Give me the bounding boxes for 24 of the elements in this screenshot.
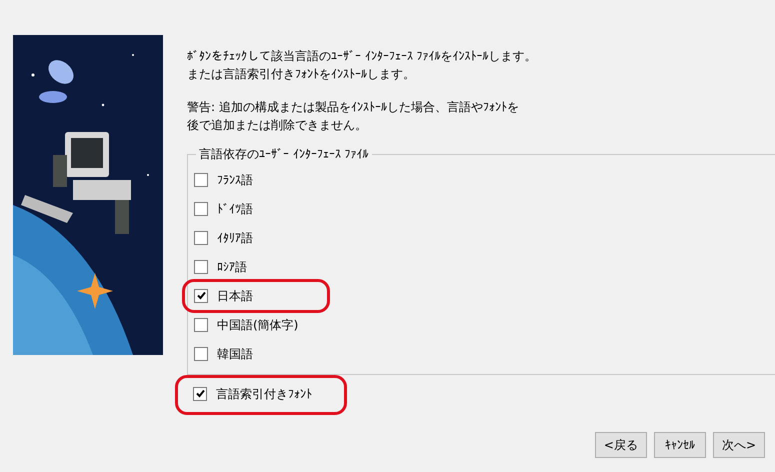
warning-text: 後で追加または削除できません。 [187, 117, 368, 134]
checkbox[interactable] [193, 386, 207, 400]
instruction-text: ﾎﾞﾀﾝをﾁｪｯｸして該当言語のﾕｰｻﾞｰ ｲﾝﾀｰﾌｪｰｽ ﾌｧｲﾙをｲﾝｽﾄｰﾙします。 [187, 48, 538, 65]
checkbox-label[interactable]: 言語索引付きﾌｫﾝﾄ [216, 386, 312, 402]
checkbox-label[interactable]: 韓国語 [217, 346, 253, 362]
checkbox[interactable] [194, 260, 208, 274]
checkbox[interactable] [194, 346, 208, 360]
instruction-text: または言語索引付きﾌｫﾝﾄをｲﾝｽﾄｰﾙします。 [187, 66, 416, 83]
checkbox[interactable] [194, 288, 208, 302]
checkbox-label[interactable]: ﾌﾗﾝｽ語 [217, 172, 253, 188]
checkbox-label[interactable]: 日本語 [217, 288, 253, 304]
dialog-button[interactable]: 次へ> [712, 432, 765, 458]
dialog-button[interactable]: ｷｬﾝｾﾙ [654, 432, 706, 458]
checkbox-label[interactable]: 中国語(簡体字) [217, 316, 298, 332]
checkbox-label[interactable]: ﾄﾞｲﾂ語 [217, 200, 253, 216]
dialog-button[interactable]: <戻る [594, 432, 647, 458]
checkbox[interactable] [194, 318, 208, 332]
group-title: 言語依存のﾕｰｻﾞｰ ｲﾝﾀｰﾌｪｰｽ ﾌｧｲﾙ [196, 146, 372, 162]
checkbox-label[interactable]: ﾛｼｱ語 [217, 258, 247, 274]
checkbox-label[interactable]: ｲﾀﾘｱ語 [217, 230, 253, 246]
checkbox[interactable] [194, 172, 208, 186]
checkbox[interactable] [194, 202, 208, 216]
checkbox[interactable] [194, 230, 208, 244]
warning-text: 警告: 追加の構成または製品をｲﾝｽﾄｰﾙした場合、言語やﾌｫﾝﾄを [187, 99, 520, 116]
